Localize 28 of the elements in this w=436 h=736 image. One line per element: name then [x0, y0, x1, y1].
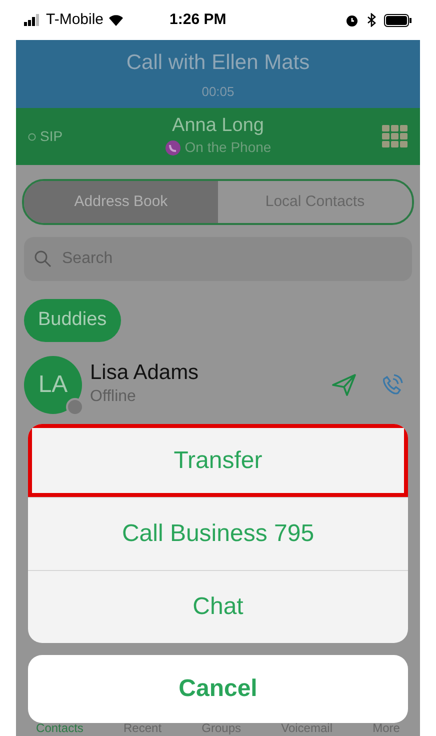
group-label: Buddies — [24, 299, 121, 342]
caller-name: Anna Long — [172, 115, 264, 137]
avatar-initials: LA — [38, 370, 68, 400]
phone-call-icon[interactable] — [380, 372, 404, 396]
alarm-clock-icon — [345, 13, 359, 27]
wifi-icon — [108, 14, 124, 26]
bluetooth-icon — [367, 13, 376, 27]
signal-icon — [24, 14, 42, 26]
status-time: 1:26 PM — [170, 10, 226, 30]
battery-icon — [384, 14, 412, 26]
presence-status: On the Phone — [184, 138, 272, 157]
carrier-name: T-Mobile — [46, 10, 104, 30]
call-title: Call with Ellen Mats — [126, 50, 310, 76]
call-duration: 00:05 — [202, 83, 234, 101]
action-option[interactable]: Chat — [28, 570, 408, 643]
keypad-icon[interactable] — [382, 125, 408, 148]
action-option[interactable]: Transfer — [28, 424, 408, 497]
phone-badge-icon — [164, 140, 181, 156]
cancel-button[interactable]: Cancel — [28, 655, 408, 723]
action-option[interactable]: Call Business 795 — [28, 497, 408, 570]
tab-bar-item[interactable]: Contacts — [36, 720, 84, 736]
status-ring-icon — [28, 132, 36, 140]
segment-tab[interactable]: Address Book — [24, 181, 218, 223]
search-icon — [34, 250, 52, 268]
account-label: SIP — [40, 127, 63, 146]
send-icon[interactable] — [332, 374, 356, 396]
status-dot — [66, 398, 84, 416]
contact-name: Lisa Adams — [90, 360, 199, 384]
